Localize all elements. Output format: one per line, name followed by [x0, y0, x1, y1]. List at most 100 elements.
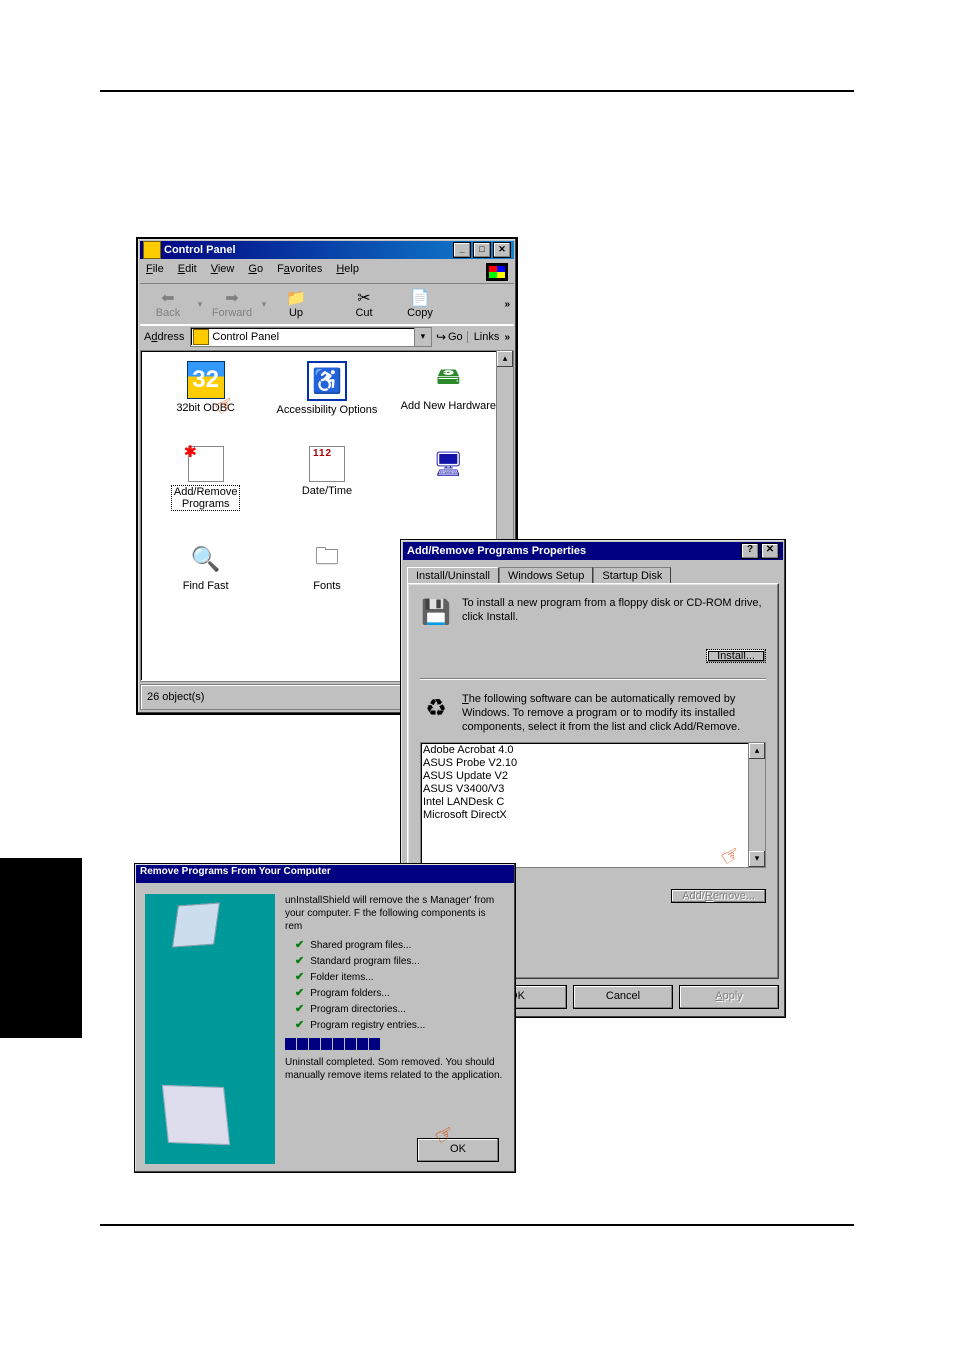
item-add-remove-programs[interactable]: Add/Remove Programs ☞ — [145, 446, 266, 511]
uninstall-content: unInstallShield will remove the s Manage… — [285, 894, 505, 1164]
separator — [420, 678, 766, 680]
menu-help[interactable]: Help — [336, 263, 359, 281]
toolbar: ⬅ Back ▾ ➡ Forward ▾ 📁 Up ✂ Cut 📄 Copy » — [140, 283, 514, 325]
progress-item: ✔Program directories... — [295, 1003, 505, 1016]
help-button[interactable]: ? — [741, 543, 759, 559]
pointer-hand-icon: ☞ — [716, 840, 746, 872]
intro-text: unInstallShield will remove the s Manage… — [285, 894, 505, 933]
fonts-icon: 🗀 — [309, 541, 345, 577]
list-item[interactable]: Adobe Acrobat 4.0 — [423, 744, 763, 757]
progress-item: ✔Program registry entries... — [295, 1019, 505, 1032]
tab-install-uninstall[interactable]: Install/Uninstall — [407, 567, 499, 584]
item-date-time[interactable]: Date/Time — [266, 446, 387, 511]
back-arrow-icon: ⬅ — [158, 289, 178, 307]
tab-strip: Install/Uninstall Windows Setup Startup … — [407, 566, 779, 583]
tab-windows-setup[interactable]: Windows Setup — [499, 567, 593, 584]
close-button[interactable]: ✕ — [761, 543, 779, 559]
install-button[interactable]: Install... — [706, 649, 766, 663]
accessibility-icon: ♿ — [307, 361, 347, 401]
list-item[interactable]: ASUS Update V2 — [423, 770, 763, 783]
list-item[interactable]: Microsoft DirectX — [423, 809, 763, 822]
toolbar-overflow[interactable]: » — [504, 299, 514, 310]
item-32bit-odbc[interactable]: 32 32bit ODBC — [145, 361, 266, 416]
check-icon: ✔ — [295, 1019, 304, 1032]
find-fast-icon: 🔍 — [188, 541, 224, 577]
list-item[interactable]: Intel LANDesk C — [423, 796, 763, 809]
progress-item: ✔Folder items... — [295, 971, 505, 984]
item-display[interactable]: 🖥 — [388, 446, 509, 511]
title-bar[interactable]: Remove Programs From Your Computer — [136, 865, 514, 883]
check-icon: ✔ — [295, 939, 304, 952]
dialog-title: Add/Remove Programs Properties — [407, 545, 586, 557]
dropdown-arrow-icon[interactable]: ▾ — [260, 284, 268, 324]
links-bar[interactable]: Links » — [467, 331, 510, 343]
address-value: Control Panel — [212, 331, 279, 343]
folder-icon — [193, 329, 209, 345]
close-button[interactable]: ✕ — [493, 242, 511, 258]
install-icon: 💾 — [420, 596, 452, 628]
menu-bar: File Edit View Go Favorites Help — [140, 261, 514, 283]
dialog-title: Remove Programs From Your Computer — [140, 866, 331, 877]
datetime-icon — [309, 446, 345, 482]
title-bar[interactable]: Add/Remove Programs Properties ? ✕ — [403, 542, 783, 560]
address-dropdown[interactable]: ▾ — [414, 328, 431, 346]
item-accessibility-options[interactable]: ♿ Accessibility Options — [266, 361, 387, 416]
progress-item: ✔Shared program files... — [295, 939, 505, 952]
add-remove-button[interactable]: Add/Remove... — [671, 889, 766, 903]
windows-flag-icon[interactable] — [486, 263, 508, 281]
cancel-button[interactable]: Cancel — [573, 985, 673, 1009]
list-scrollbar[interactable]: ▴ ▾ — [748, 743, 765, 867]
scroll-up-button[interactable]: ▴ — [497, 351, 513, 367]
scroll-up-button[interactable]: ▴ — [749, 743, 765, 759]
back-button[interactable]: ⬅ Back — [140, 284, 196, 324]
remove-programs-dialog: Remove Programs From Your Computer unIns… — [134, 863, 516, 1173]
menu-favorites[interactable]: Favorites — [277, 263, 322, 281]
hardware-icon: 🖴 — [430, 361, 466, 397]
progress-item: ✔Program folders... — [295, 987, 505, 1000]
check-icon: ✔ — [295, 971, 304, 984]
scissors-icon: ✂ — [354, 289, 374, 307]
scroll-down-button[interactable]: ▾ — [749, 851, 765, 867]
item-add-new-hardware[interactable]: 🖴 Add New Hardware — [388, 361, 509, 416]
page-側邊黑塊 — [0, 858, 82, 1038]
cut-button[interactable]: ✂ Cut — [336, 284, 392, 324]
menu-edit[interactable]: Edit — [178, 263, 197, 281]
uninstall-artwork — [145, 894, 275, 1164]
dropdown-arrow-icon[interactable]: ▾ — [196, 284, 204, 324]
list-item[interactable]: ASUS V3400/V3 — [423, 783, 763, 796]
address-label: Address — [144, 331, 184, 343]
display-icon: 🖥 — [430, 446, 466, 482]
tab-startup-disk[interactable]: Startup Disk — [593, 567, 671, 584]
forward-button[interactable]: ➡ Forward — [204, 284, 260, 324]
check-icon: ✔ — [295, 987, 304, 1000]
item-fonts[interactable]: 🗀 Fonts — [266, 541, 387, 592]
list-item[interactable]: ASUS Probe V2.10 — [423, 757, 763, 770]
programs-listbox[interactable]: Adobe Acrobat 4.0 ASUS Probe V2.10 ASUS … — [420, 742, 766, 868]
menu-go[interactable]: Go — [248, 263, 263, 281]
add-remove-icon — [188, 446, 224, 482]
item-find-fast[interactable]: 🔍 Find Fast — [145, 541, 266, 592]
go-button[interactable]: ↪ Go — [436, 330, 463, 344]
remove-text: The following software can be automatica… — [462, 692, 766, 734]
maximize-button[interactable]: □ — [473, 242, 491, 258]
menu-view[interactable]: View — [211, 263, 235, 281]
copy-button[interactable]: 📄 Copy — [392, 284, 448, 324]
check-icon: ✔ — [295, 1003, 304, 1016]
check-icon: ✔ — [295, 955, 304, 968]
links-overflow[interactable]: » — [502, 332, 510, 343]
progress-item: ✔Standard program files... — [295, 955, 505, 968]
minimize-button[interactable]: _ — [453, 242, 471, 258]
install-text: To install a new program from a floppy d… — [462, 596, 766, 628]
title-bar[interactable]: Control Panel _ □ ✕ — [140, 241, 514, 259]
address-input[interactable]: Control Panel ▾ — [190, 327, 432, 347]
folder-up-icon: 📁 — [286, 289, 306, 307]
menu-file[interactable]: File — [146, 263, 164, 281]
apply-button[interactable]: Apply — [679, 985, 779, 1009]
progress-bar — [285, 1038, 505, 1050]
completed-text: Uninstall completed. Som removed. You sh… — [285, 1056, 505, 1082]
forward-arrow-icon: ➡ — [222, 289, 242, 307]
status-text: 26 object(s) — [147, 691, 204, 703]
window-title: Control Panel — [164, 244, 236, 256]
up-button[interactable]: 📁 Up — [268, 284, 324, 324]
copy-icon: 📄 — [410, 289, 430, 307]
